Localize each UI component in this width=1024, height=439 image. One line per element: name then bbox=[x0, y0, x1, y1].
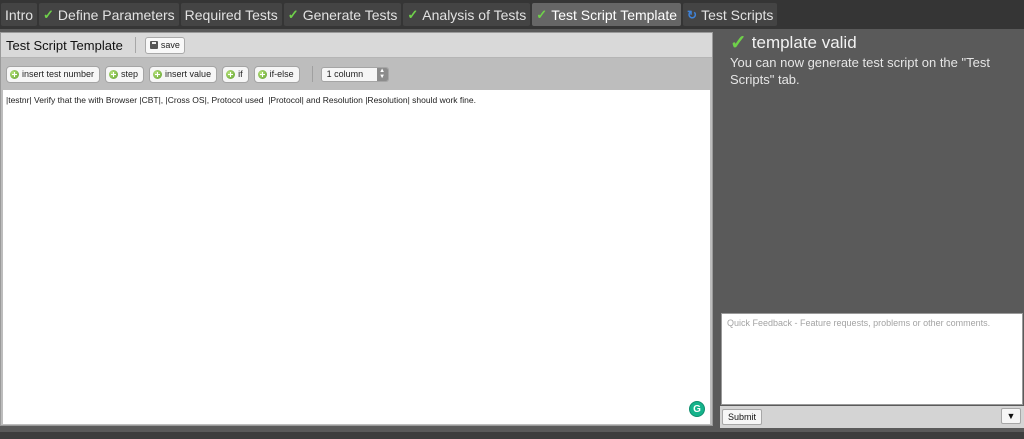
tab-label: Generate Tests bbox=[302, 6, 398, 23]
quick-feedback-textarea[interactable]: Quick Feedback - Feature requests, probl… bbox=[721, 313, 1023, 405]
columns-select-value: 1 column bbox=[326, 69, 364, 79]
editor-toolbar: insert test number step insert value if … bbox=[1, 60, 712, 88]
editor-header: Test Script Template save bbox=[1, 33, 712, 58]
tab-label: Define Parameters bbox=[57, 6, 175, 23]
editor-title: Test Script Template bbox=[6, 37, 123, 53]
toolbar-divider bbox=[311, 66, 313, 82]
tab-define-parameters[interactable]: ✓ Define Parameters bbox=[39, 3, 179, 26]
button-label: insert test number bbox=[22, 69, 95, 79]
validation-status: ✓ template valid bbox=[730, 33, 857, 53]
tab-test-script-template[interactable]: ✓ Test Script Template bbox=[532, 3, 681, 26]
tab-label: Analysis of Tests bbox=[422, 6, 527, 23]
plus-icon bbox=[257, 69, 267, 79]
tab-test-scripts[interactable]: ↻ Test Scripts bbox=[683, 3, 778, 26]
status-message: You can now generate test script on the … bbox=[730, 55, 990, 87]
tab-bar: Intro ✓ Define Parameters Required Tests… bbox=[0, 0, 1024, 29]
plus-icon bbox=[153, 69, 163, 79]
tab-label: Intro bbox=[5, 6, 34, 23]
feedback-actions: Submit ▼ bbox=[720, 406, 1024, 428]
header-divider bbox=[134, 37, 136, 53]
button-label: step bbox=[121, 69, 139, 79]
button-label: if-else bbox=[269, 69, 294, 79]
tab-required-tests[interactable]: Required Tests bbox=[180, 3, 282, 26]
insert-test-number-button[interactable]: insert test number bbox=[6, 65, 101, 83]
bottom-strip bbox=[0, 432, 1024, 439]
insert-value-button[interactable]: insert value bbox=[149, 65, 218, 83]
button-label: if bbox=[238, 69, 243, 79]
check-icon: ✓ bbox=[407, 6, 419, 22]
tab-label: Required Tests bbox=[184, 6, 278, 23]
status-title: template valid bbox=[751, 33, 857, 52]
tab-generate-tests[interactable]: ✓ Generate Tests bbox=[283, 3, 402, 26]
plus-icon bbox=[10, 69, 19, 79]
submit-button[interactable]: Submit bbox=[722, 409, 763, 425]
check-icon: ✓ bbox=[287, 6, 299, 22]
button-label: insert value bbox=[165, 69, 212, 79]
step-button[interactable]: step bbox=[105, 65, 145, 83]
tab-intro[interactable]: Intro bbox=[1, 3, 38, 26]
save-label: save bbox=[160, 40, 180, 50]
plus-icon bbox=[226, 69, 236, 79]
if-else-button[interactable]: if-else bbox=[253, 65, 300, 83]
grammarly-icon[interactable]: G bbox=[689, 401, 705, 417]
template-textarea[interactable]: |testnr| Verify that the with Browser |C… bbox=[3, 90, 710, 424]
select-arrows-icon: ▲ ▼ bbox=[376, 67, 388, 81]
tab-label: Test Scripts bbox=[701, 6, 774, 23]
collapse-icon[interactable]: ▼ bbox=[1001, 408, 1021, 424]
tab-label: Test Script Template bbox=[551, 6, 677, 23]
check-icon: ✓ bbox=[43, 6, 54, 22]
save-button[interactable]: save bbox=[144, 36, 185, 54]
plus-icon bbox=[109, 69, 119, 79]
tab-analysis-of-tests[interactable]: ✓ Analysis of Tests bbox=[403, 3, 531, 26]
template-editor-panel: Test Script Template save insert test nu… bbox=[0, 32, 713, 426]
check-icon: ✓ bbox=[536, 6, 548, 22]
floppy-disk-icon bbox=[149, 41, 158, 49]
columns-select[interactable]: 1 column ▲ ▼ bbox=[320, 66, 389, 82]
if-button[interactable]: if bbox=[222, 65, 249, 83]
check-icon: ✓ bbox=[730, 32, 747, 54]
spinner-icon: ↻ bbox=[687, 7, 698, 22]
